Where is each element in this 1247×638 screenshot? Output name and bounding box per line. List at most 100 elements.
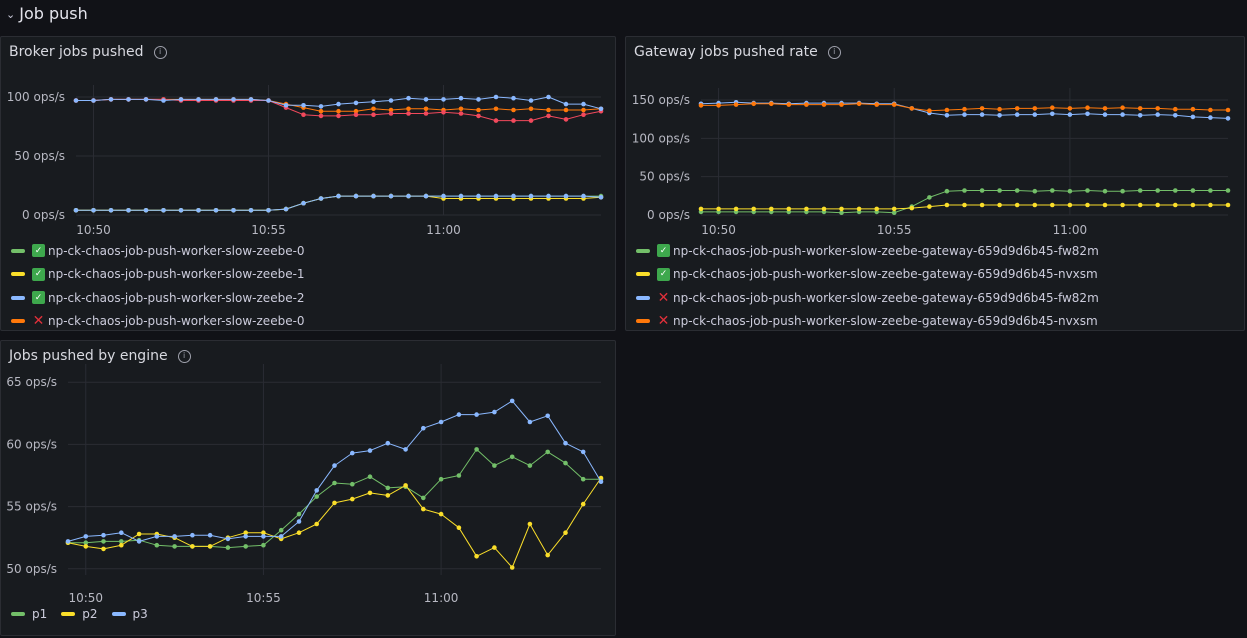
- data-point: [1173, 113, 1178, 118]
- data-point: [261, 542, 266, 548]
- chevron-down-icon[interactable]: ⌄: [6, 8, 15, 21]
- data-point: [563, 440, 568, 446]
- data-point: [441, 110, 446, 115]
- info-icon[interactable]: i: [827, 45, 841, 59]
- data-point: [423, 111, 429, 116]
- data-point: [891, 102, 897, 107]
- data-point: [301, 103, 306, 108]
- data-point: [350, 481, 355, 487]
- data-point: [336, 193, 341, 199]
- data-point: [581, 112, 586, 117]
- panel-header[interactable]: Gateway jobs pushed rate i: [634, 44, 841, 60]
- data-point: [527, 521, 533, 527]
- series-color-swatch: [61, 612, 76, 616]
- row-header-job-push[interactable]: ⌄ Job push: [0, 0, 88, 26]
- data-point: [581, 101, 586, 107]
- data-point: [231, 97, 236, 102]
- data-point: [406, 111, 411, 116]
- data-point: [733, 102, 739, 107]
- legend-label: np-ck-chaos-job-push-worker-slow-zeebe-g…: [673, 243, 1099, 258]
- data-point: [563, 530, 568, 535]
- data-point: [108, 208, 114, 213]
- data-point: [278, 527, 284, 533]
- data-point: [385, 493, 391, 498]
- legend-item[interactable]: p2: [61, 607, 98, 621]
- series-line[interactable]: [67, 477, 602, 568]
- legend-item[interactable]: p3: [111, 607, 148, 621]
- data-point: [161, 98, 166, 103]
- data-point: [438, 511, 444, 517]
- data-point: [511, 118, 516, 123]
- data-point: [944, 113, 950, 118]
- data-point: [874, 206, 879, 212]
- info-icon[interactable]: i: [177, 349, 191, 363]
- data-point: [474, 447, 479, 452]
- data-point: [1067, 106, 1073, 111]
- data-point: [172, 534, 177, 539]
- legend-item[interactable]: ✕ np-ck-chaos-job-push-worker-slow-zeebe…: [636, 310, 1099, 331]
- data-point: [563, 117, 569, 122]
- data-point: [804, 206, 809, 212]
- data-point: [546, 113, 551, 119]
- check-icon: ✓: [32, 291, 45, 305]
- data-point: [154, 542, 160, 548]
- data-point: [438, 476, 444, 482]
- gateway-chart: 0 ops/s 50 ops/s 100 ops/s 150 ops/s 10:50 10…: [632, 88, 1231, 237]
- legend-item[interactable]: ✓ np-ck-chaos-job-push-worker-slow-zeebe…: [11, 286, 305, 310]
- data-point: [213, 97, 219, 102]
- data-point: [314, 521, 320, 527]
- legend-item[interactable]: ✓ np-ck-chaos-job-push-worker-slow-zeebe…: [636, 239, 1099, 263]
- check-icon: ✓: [657, 244, 670, 258]
- x-tick-label: 11:00: [426, 223, 461, 237]
- data-point: [1067, 202, 1073, 208]
- data-point: [962, 112, 967, 117]
- data-point: [65, 539, 71, 544]
- data-point: [581, 107, 586, 113]
- data-point: [1050, 202, 1055, 208]
- data-point: [909, 106, 915, 111]
- data-point: [580, 449, 586, 455]
- data-point: [438, 419, 444, 425]
- data-point: [493, 193, 499, 199]
- data-point: [1225, 202, 1231, 208]
- legend-item[interactable]: ✕ np-ck-chaos-job-push-worker-slow-zeebe…: [636, 286, 1099, 310]
- data-point: [581, 193, 586, 199]
- data-point: [108, 97, 114, 102]
- data-point: [1014, 106, 1020, 111]
- data-point: [1225, 107, 1231, 113]
- data-point: [580, 476, 586, 482]
- legend-label: np-ck-chaos-job-push-worker-slow-zeebe-g…: [673, 267, 1098, 282]
- data-point: [839, 206, 844, 212]
- y-tick-label: 0 ops/s: [22, 208, 65, 222]
- series-line[interactable]: [67, 400, 602, 542]
- legend-item[interactable]: ✓ np-ck-chaos-job-push-worker-slow-zeebe…: [11, 263, 305, 287]
- data-point: [283, 103, 289, 108]
- data-point: [1050, 111, 1055, 117]
- data-point: [786, 102, 792, 107]
- info-icon[interactable]: i: [153, 45, 167, 59]
- data-point: [474, 412, 479, 417]
- data-point: [101, 532, 106, 538]
- data-point: [225, 545, 231, 550]
- legend-item[interactable]: p1: [11, 607, 47, 621]
- panel-header[interactable]: Broker jobs pushed i: [9, 44, 167, 60]
- data-point: [1137, 202, 1143, 208]
- data-point: [944, 202, 950, 208]
- data-point: [1190, 114, 1196, 120]
- series-color-swatch: [11, 612, 25, 616]
- data-point: [1032, 112, 1038, 117]
- panel-header[interactable]: Jobs pushed by engine i: [9, 348, 191, 364]
- y-tick-label: 100 ops/s: [7, 90, 65, 104]
- y-tick-label: 60 ops/s: [6, 437, 57, 451]
- legend-item[interactable]: ✓ np-ck-chaos-job-push-worker-slow-zeebe…: [636, 263, 1099, 287]
- data-point: [1102, 112, 1108, 117]
- data-point: [456, 525, 462, 530]
- data-point: [580, 501, 586, 507]
- data-point: [1225, 188, 1231, 193]
- legend-item[interactable]: ✓ np-ck-chaos-job-push-worker-slow-zeebe…: [11, 239, 305, 263]
- data-point: [1085, 105, 1090, 110]
- data-point: [1208, 107, 1213, 113]
- data-point: [243, 544, 248, 549]
- legend-item[interactable]: ✕ np-ck-chaos-job-push-worker-slow-zeebe…: [11, 310, 305, 331]
- data-point: [1120, 202, 1125, 208]
